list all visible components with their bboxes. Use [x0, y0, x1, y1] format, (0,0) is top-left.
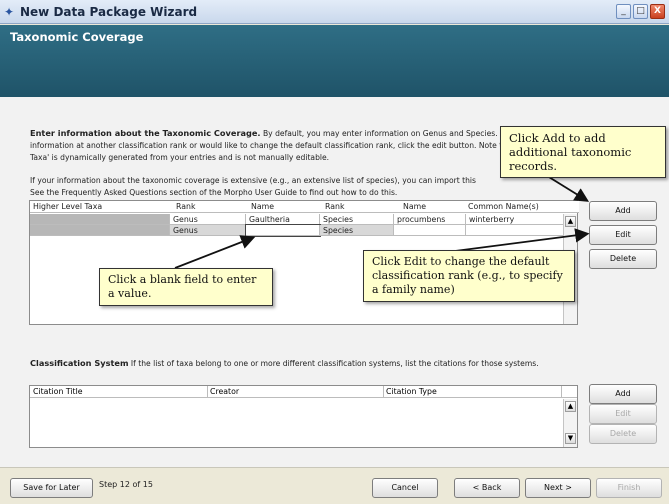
column-header[interactable]: Citation Type: [386, 387, 437, 396]
classification-label: Classification System If the list of tax…: [30, 358, 665, 370]
common-name-cell[interactable]: winterberry: [466, 214, 564, 225]
rank-cell[interactable]: Species: [320, 225, 394, 236]
maximize-button[interactable]: □: [633, 4, 648, 19]
step-indicator: Step 12 of 15: [99, 480, 153, 489]
rank-cell[interactable]: Genus: [170, 214, 246, 225]
window-titlebar: ✦ New Data Package Wizard _ □ X: [0, 0, 669, 24]
name-cell[interactable]: procumbens: [394, 214, 466, 225]
rank-cell[interactable]: Genus: [170, 225, 246, 236]
edit-citation-button: Edit: [589, 404, 657, 424]
finish-button: Finish: [596, 478, 662, 498]
window-title: New Data Package Wizard: [20, 5, 198, 19]
back-button[interactable]: < Back: [454, 478, 520, 498]
column-divider: [383, 386, 384, 398]
edit-taxon-button[interactable]: Edit: [589, 225, 657, 245]
column-header[interactable]: Name: [251, 202, 274, 211]
description-line-5: See the Frequently Asked Questions secti…: [30, 188, 398, 197]
classification-heading: Classification System: [30, 358, 129, 368]
add-taxon-button[interactable]: Add: [589, 201, 657, 221]
column-divider: [561, 386, 562, 398]
add-callout: Click Add to add additional taxonomic re…: [500, 126, 666, 178]
description-line-4: If your information about the taxonomic …: [30, 176, 476, 185]
name-cell[interactable]: [394, 225, 466, 236]
citation-table-header: Citation Title Creator Citation Type: [30, 386, 577, 398]
name-cell-editing[interactable]: [245, 224, 321, 237]
taxa-table-header: Higher Level Taxa Rank Name Rank Name Co…: [30, 201, 579, 213]
column-header[interactable]: Common Name(s): [468, 202, 539, 211]
table-row[interactable]: Genus Species: [30, 224, 595, 237]
column-header[interactable]: Rank: [325, 202, 344, 211]
column-header[interactable]: Rank: [176, 202, 195, 211]
next-button[interactable]: Next >: [525, 478, 591, 498]
scroll-up-icon[interactable]: ▲: [565, 216, 576, 227]
description-heading: Enter information about the Taxonomic Co…: [30, 128, 261, 138]
column-header[interactable]: Higher Level Taxa: [33, 202, 102, 211]
citation-scrollbar[interactable]: ▲ ▼: [563, 399, 577, 447]
scroll-up-icon[interactable]: ▲: [565, 401, 576, 412]
column-header[interactable]: Citation Title: [33, 387, 83, 396]
save-for-later-button[interactable]: Save for Later: [10, 478, 93, 498]
blank-field-callout: Click a blank field to enter a value.: [99, 268, 273, 306]
column-divider: [207, 386, 208, 398]
delete-taxon-button[interactable]: Delete: [589, 249, 657, 269]
column-header[interactable]: Name: [403, 202, 426, 211]
rank-cell[interactable]: Species: [320, 214, 394, 225]
table-row[interactable]: Genus Gaultheria Species procumbens wint…: [30, 214, 595, 225]
minimize-button[interactable]: _: [616, 4, 631, 19]
scroll-down-icon[interactable]: ▼: [565, 433, 576, 444]
page-title: Taxonomic Coverage: [10, 30, 144, 44]
close-button[interactable]: X: [650, 4, 665, 19]
delete-citation-button: Delete: [589, 424, 657, 444]
column-header[interactable]: Creator: [210, 387, 239, 396]
cancel-button[interactable]: Cancel: [372, 478, 438, 498]
common-name-cell[interactable]: [466, 225, 564, 236]
add-citation-button[interactable]: Add: [589, 384, 657, 404]
name-cell[interactable]: Gaultheria: [246, 214, 320, 225]
citation-table: Citation Title Creator Citation Type ▲ ▼: [29, 385, 578, 448]
edit-callout: Click Edit to change the default classif…: [363, 250, 575, 302]
butterfly-icon: ✦: [4, 5, 15, 19]
higher-taxa-cell: [30, 225, 170, 236]
classification-text: If the list of taxa belong to one or mor…: [128, 359, 539, 368]
wizard-header: Taxonomic Coverage: [0, 25, 669, 97]
higher-taxa-cell: [30, 214, 170, 225]
